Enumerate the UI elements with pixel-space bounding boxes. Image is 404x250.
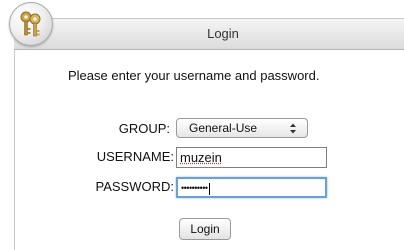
group-selected-value: General-Use [189,121,258,135]
login-dialog: Login Please enter your username and pas… [0,0,404,250]
username-label: USERNAME: [96,149,174,164]
dialog-left-border [14,50,15,250]
group-select[interactable]: General-Use [176,118,308,138]
username-field[interactable]: muzein [176,147,327,168]
select-arrows-icon [290,123,296,134]
keys-icon [9,2,53,46]
password-label: PASSWORD: [95,179,175,194]
username-value: muzein [180,150,222,165]
dialog-titlebar: Login [14,18,404,50]
dialog-title: Login [207,26,239,41]
login-prompt: Please enter your username and password. [68,68,320,83]
text-caret [208,182,210,195]
group-label: GROUP: [118,121,170,136]
login-button[interactable]: Login [179,218,231,240]
password-masked-value: •••••••••• [181,182,210,195]
password-field[interactable]: •••••••••• [176,177,327,198]
